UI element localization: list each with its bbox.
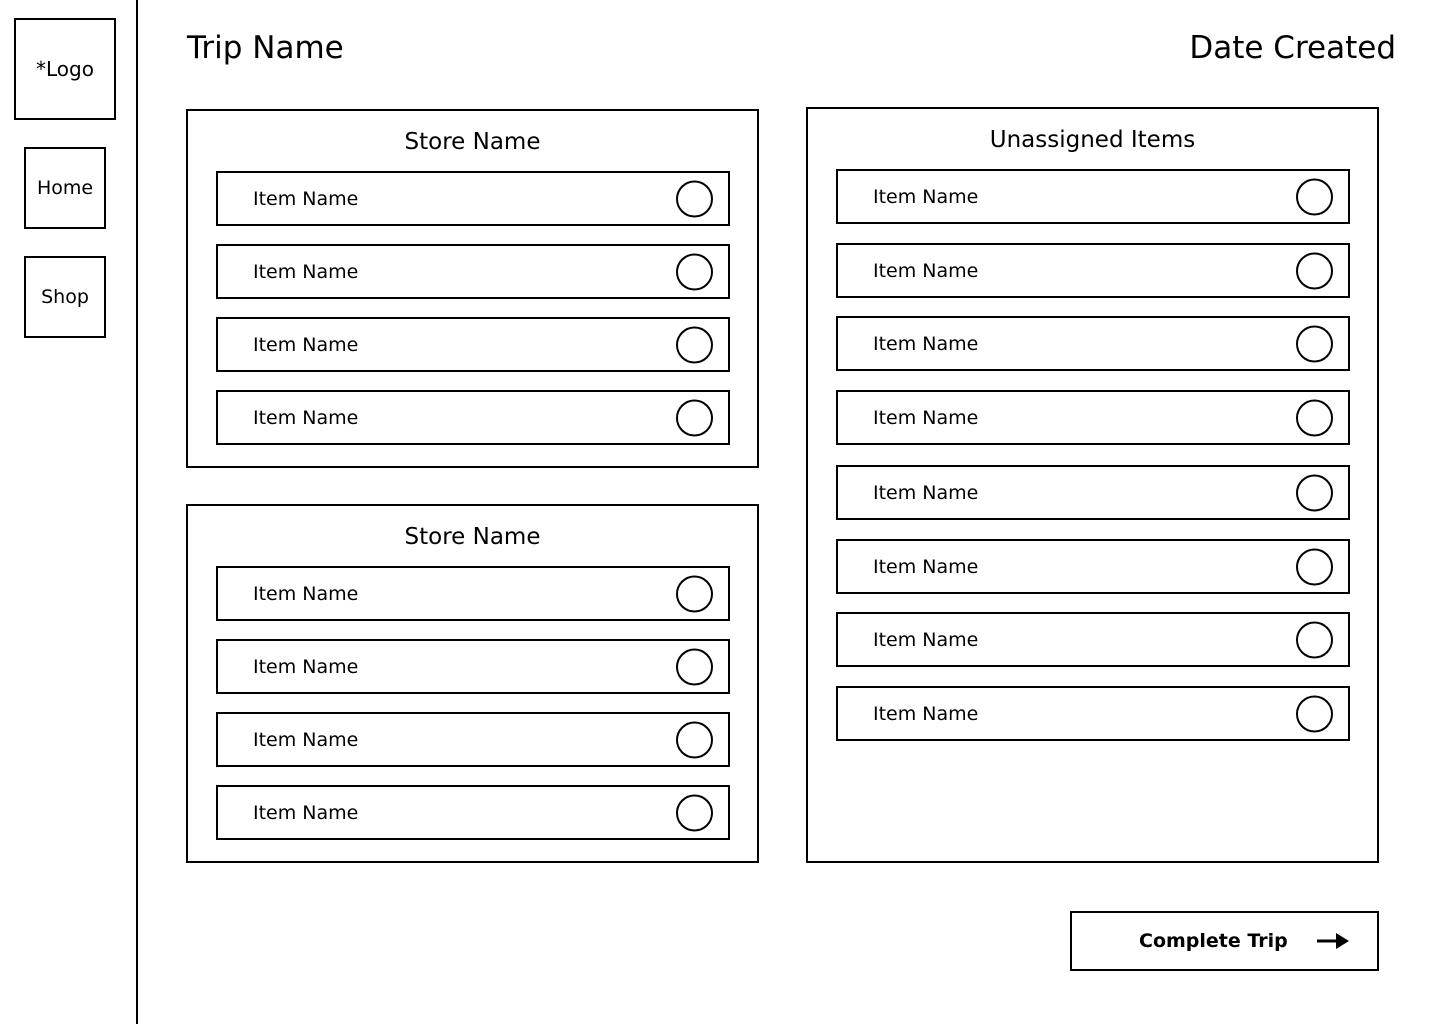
item-checkbox[interactable] bbox=[676, 253, 713, 290]
item-checkbox[interactable] bbox=[1296, 178, 1333, 215]
nav-shop-label: Shop bbox=[41, 286, 89, 308]
unassigned-items-panel: Unassigned Items Item Name Item Name Ite… bbox=[806, 107, 1379, 863]
item-name: Item Name bbox=[253, 582, 359, 605]
item-name: Item Name bbox=[253, 655, 359, 678]
item-checkbox[interactable] bbox=[1296, 548, 1333, 585]
item-checkbox[interactable] bbox=[676, 575, 713, 612]
item-name: Item Name bbox=[253, 333, 359, 356]
logo[interactable]: *Logo bbox=[14, 18, 116, 120]
item-checkbox[interactable] bbox=[676, 721, 713, 758]
nav-shop-button[interactable]: Shop bbox=[24, 256, 106, 338]
nav-home-button[interactable]: Home bbox=[24, 147, 106, 229]
item-checkbox[interactable] bbox=[676, 648, 713, 685]
date-created: Date Created bbox=[1189, 30, 1396, 66]
item-row[interactable]: Item Name bbox=[836, 316, 1350, 371]
store-panel: Store Name Item Name Item Name Item Name… bbox=[186, 504, 759, 863]
store-name: Store Name bbox=[404, 129, 541, 155]
unassigned-items-title: Unassigned Items bbox=[989, 127, 1196, 153]
store-panel: Store Name Item Name Item Name Item Name… bbox=[186, 109, 759, 468]
item-name: Item Name bbox=[873, 406, 979, 429]
item-checkbox[interactable] bbox=[676, 326, 713, 363]
item-row[interactable]: Item Name bbox=[836, 243, 1350, 298]
item-checkbox[interactable] bbox=[676, 399, 713, 436]
item-checkbox[interactable] bbox=[1296, 252, 1333, 289]
store-name: Store Name bbox=[404, 524, 541, 550]
item-name: Item Name bbox=[873, 628, 979, 651]
item-row[interactable]: Item Name bbox=[836, 686, 1350, 741]
item-checkbox[interactable] bbox=[1296, 325, 1333, 362]
item-name: Item Name bbox=[873, 481, 979, 504]
item-name: Item Name bbox=[253, 187, 359, 210]
item-row[interactable]: Item Name bbox=[216, 639, 730, 694]
item-row[interactable]: Item Name bbox=[836, 612, 1350, 667]
item-row[interactable]: Item Name bbox=[216, 390, 730, 445]
item-row[interactable]: Item Name bbox=[216, 171, 730, 226]
item-name: Item Name bbox=[253, 801, 359, 824]
item-name: Item Name bbox=[253, 260, 359, 283]
nav-home-label: Home bbox=[36, 177, 94, 199]
complete-trip-label: Complete Trip bbox=[1139, 930, 1288, 952]
item-row[interactable]: Item Name bbox=[836, 390, 1350, 445]
item-name: Item Name bbox=[253, 728, 359, 751]
item-checkbox[interactable] bbox=[1296, 474, 1333, 511]
item-name: Item Name bbox=[873, 702, 979, 725]
item-row[interactable]: Item Name bbox=[836, 465, 1350, 520]
item-name: Item Name bbox=[873, 332, 979, 355]
item-row[interactable]: Item Name bbox=[216, 712, 730, 767]
trip-name: Trip Name bbox=[187, 30, 344, 66]
logo-label: *Logo bbox=[36, 57, 94, 81]
item-checkbox[interactable] bbox=[1296, 399, 1333, 436]
item-row[interactable]: Item Name bbox=[836, 539, 1350, 594]
item-row[interactable]: Item Name bbox=[216, 244, 730, 299]
item-row[interactable]: Item Name bbox=[216, 785, 730, 840]
item-name: Item Name bbox=[873, 555, 979, 578]
item-checkbox[interactable] bbox=[1296, 621, 1333, 658]
item-row[interactable]: Item Name bbox=[836, 169, 1350, 224]
item-name: Item Name bbox=[873, 259, 979, 282]
item-row[interactable]: Item Name bbox=[216, 566, 730, 621]
item-checkbox[interactable] bbox=[676, 180, 713, 217]
item-name: Item Name bbox=[253, 406, 359, 429]
complete-trip-button[interactable]: Complete Trip bbox=[1070, 911, 1379, 971]
item-checkbox[interactable] bbox=[1296, 695, 1333, 732]
item-name: Item Name bbox=[873, 185, 979, 208]
item-checkbox[interactable] bbox=[676, 794, 713, 831]
arrow-right-icon bbox=[1317, 933, 1349, 949]
item-row[interactable]: Item Name bbox=[216, 317, 730, 372]
sidebar-divider bbox=[136, 0, 138, 1024]
